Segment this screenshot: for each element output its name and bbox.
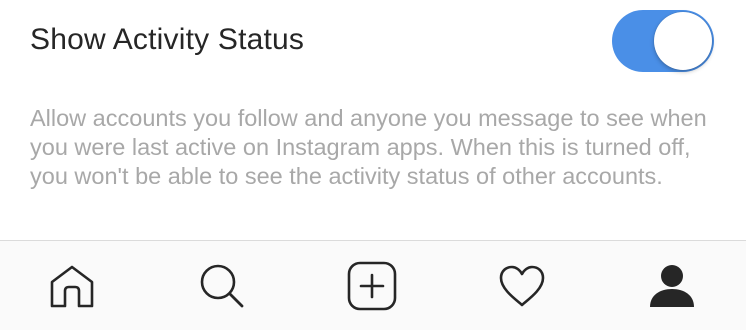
home-icon — [50, 265, 94, 308]
tab-search[interactable] — [172, 241, 272, 330]
heart-icon — [499, 265, 545, 307]
tab-new-post[interactable] — [322, 241, 422, 330]
activity-status-screen: Show Activity Status Allow accounts you … — [0, 0, 746, 330]
search-icon — [200, 264, 244, 308]
profile-icon — [650, 265, 694, 307]
tab-profile[interactable] — [622, 241, 722, 330]
tab-activity[interactable] — [472, 241, 572, 330]
activity-status-row: Show Activity Status — [0, 0, 746, 82]
setting-title: Show Activity Status — [30, 23, 305, 56]
activity-status-toggle[interactable] — [612, 10, 714, 72]
bottom-tab-bar — [0, 240, 746, 330]
setting-description: Allow accounts you follow and anyone you… — [30, 105, 707, 189]
new-post-icon — [347, 261, 397, 311]
tab-home[interactable] — [22, 241, 122, 330]
toggle-knob — [654, 12, 712, 70]
